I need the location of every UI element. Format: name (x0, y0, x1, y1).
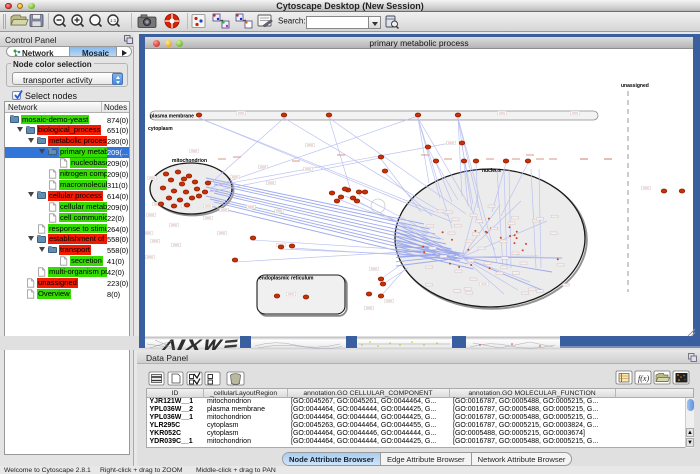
svg-text:1:1: 1:1 (110, 18, 117, 23)
